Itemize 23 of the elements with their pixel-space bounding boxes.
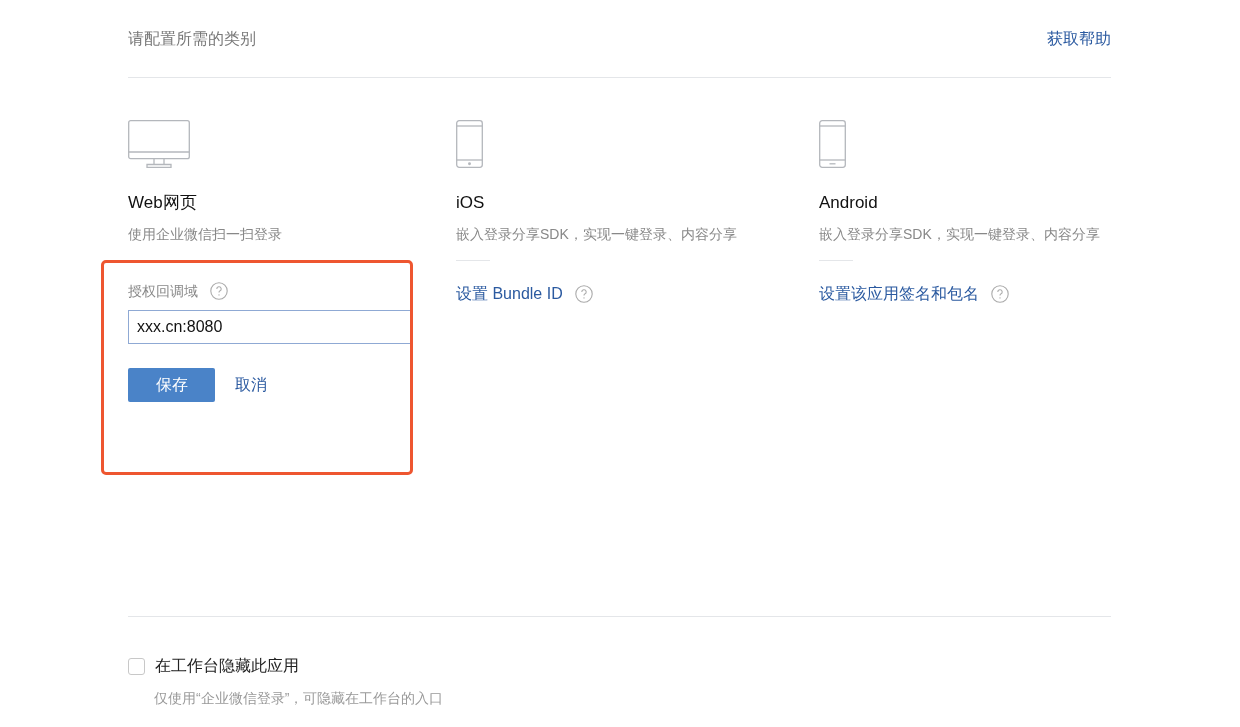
platform-description: 嵌入登录分享SDK，实现一键登录、内容分享	[456, 224, 738, 244]
platform-title: Web网页	[128, 192, 198, 214]
checkbox[interactable]	[128, 657, 145, 675]
help-link[interactable]: 获取帮助	[1047, 26, 1111, 51]
phone-icon	[456, 120, 483, 168]
section-title: 请配置所需的类别	[128, 28, 256, 49]
platform-description: 使用企业微信扫一扫登录	[128, 224, 283, 244]
help-icon[interactable]	[991, 284, 1009, 303]
phone-icon	[819, 120, 846, 168]
domain-input[interactable]: xxx.cn:8080	[128, 309, 413, 344]
settings-link[interactable]: 设置该应用签名和包名	[819, 281, 979, 306]
save-button[interactable]: 保存	[128, 367, 215, 402]
platform-title: Android	[819, 192, 879, 214]
help-icon[interactable]	[210, 282, 228, 300]
hint-text: 仅使用“企业微信登录”，可隐藏在工作台的入口	[154, 689, 445, 708]
checkbox-label: 在工作台隐藏此应用	[155, 656, 299, 676]
monitor-icon	[128, 120, 190, 168]
field-label: 授权回调域	[128, 281, 198, 301]
settings-link[interactable]: 设置 Bundle ID	[456, 281, 563, 306]
help-icon[interactable]	[574, 284, 593, 303]
cancel-link[interactable]: 取消	[235, 372, 267, 397]
platform-description: 嵌入登录分享SDK，实现一键登录、内容分享	[819, 224, 1101, 244]
platform-title: iOS	[456, 192, 486, 214]
